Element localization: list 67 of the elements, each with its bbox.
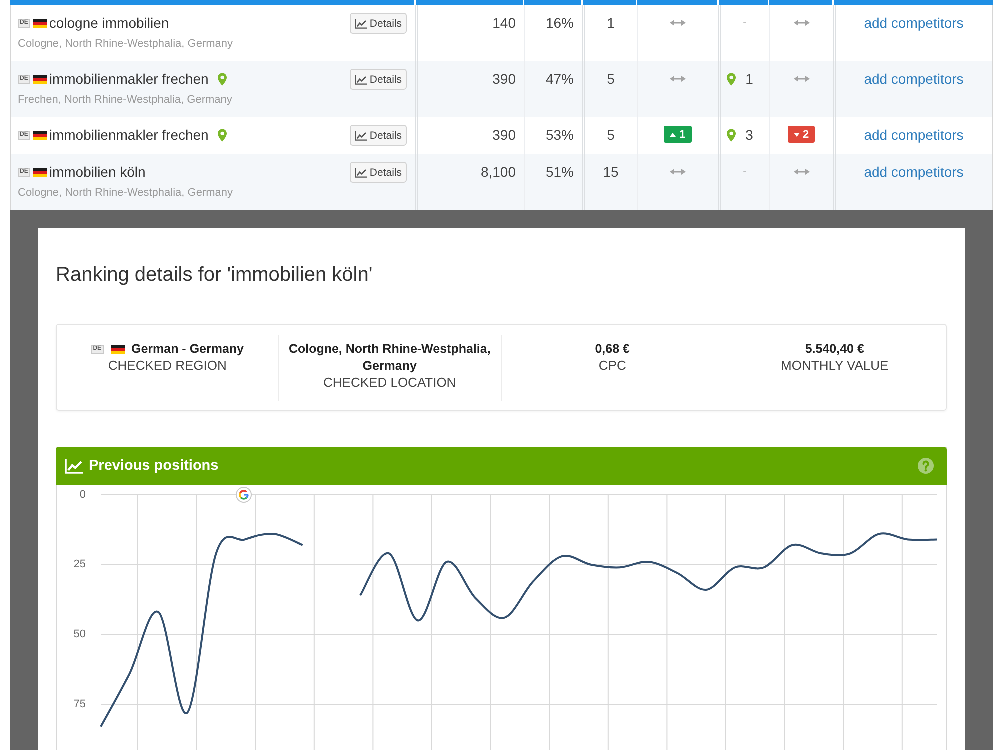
panel-title: Previous positions [89, 458, 220, 474]
flag-icon [33, 74, 48, 84]
add-competitors-link[interactable]: add competitors [864, 70, 964, 88]
flag-icon [111, 344, 126, 354]
location-text: Cologne, North Rhine-Westphalia, Germany [18, 37, 234, 52]
share-percent-text: 47% [546, 71, 574, 87]
double-arrow-icon [670, 169, 686, 175]
local-position-text: 1 [746, 70, 754, 88]
help-icon[interactable] [918, 458, 934, 474]
details-button[interactable]: Details [350, 69, 407, 90]
add-competitors-link[interactable]: add competitors [864, 126, 964, 144]
search-volume-text: 8,100 [480, 164, 516, 180]
chart-line-icon [354, 168, 367, 178]
summary-label: MONTHLY VALUE [780, 358, 890, 374]
y-axis-label: 25 [74, 558, 86, 571]
modal-title: Ranking details for 'immobilien köln' [56, 263, 374, 287]
local-position-text: - [743, 165, 747, 180]
keyword-text: immobilienmakler frechen [49, 126, 209, 144]
position-text: 5 [607, 126, 615, 144]
double-arrow-icon [794, 76, 810, 82]
double-arrow-icon [794, 169, 810, 175]
rank-change-value: 1 [679, 128, 686, 142]
position-text: 5 [607, 70, 615, 88]
details-button[interactable]: Details [350, 162, 407, 183]
search-volume-text: 390 [492, 71, 516, 87]
position-text: 1 [607, 14, 615, 32]
local-position-text: 3 [746, 126, 754, 144]
add-competitors-link[interactable]: add competitors [864, 14, 964, 32]
details-button[interactable]: Details [350, 13, 407, 34]
flag-icon [33, 130, 48, 140]
double-arrow-icon [794, 20, 810, 26]
flag-icon [33, 18, 48, 28]
chart-line-icon [354, 18, 367, 28]
caret-down-icon [794, 132, 800, 136]
chart-line-icon [354, 130, 367, 140]
chart-line-icon [354, 74, 367, 84]
chart-line-icon [65, 458, 83, 474]
summary-label: CPC [598, 358, 628, 374]
share-percent-text: 51% [546, 164, 574, 180]
location-text: Frechen, North Rhine-Westphalia, Germany [18, 93, 232, 108]
summary-value: 0,68 € [595, 342, 630, 356]
keyword-text: immobilienmakler frechen [49, 70, 209, 88]
y-axis-label: 50 [74, 628, 86, 641]
position-text: 15 [603, 163, 619, 181]
double-arrow-icon [670, 20, 686, 26]
summary-value: German - Germany [131, 342, 244, 356]
double-arrow-icon [670, 76, 686, 82]
flag-icon [33, 168, 48, 176]
y-axis-label: 75 [74, 698, 86, 710]
summary-value: 5.540,40 € [805, 342, 864, 356]
rank-change-value: 2 [802, 128, 810, 142]
summary-value: Cologne, North Rhine-Westphalia, Germany [288, 342, 491, 373]
keyword-text: immobilien köln [49, 163, 146, 181]
letter-g-marker-icon [236, 487, 252, 503]
summary-label: CHECKED REGION [107, 358, 228, 374]
local-position-text: - [743, 16, 747, 31]
location-text: Cologne, North Rhine-Westphalia, Germany [18, 186, 234, 201]
share-percent-text: 16% [546, 15, 574, 31]
add-competitors-link[interactable]: add competitors [864, 163, 964, 181]
search-volume-text: 140 [492, 15, 516, 31]
details-button[interactable]: Details [350, 125, 407, 146]
caret-up-icon [670, 132, 676, 136]
search-volume-text: 390 [492, 127, 516, 143]
y-axis-label: 0 [80, 488, 86, 501]
keyword-text: cologne immobilien [49, 14, 170, 32]
summary-label: CHECKED LOCATION [322, 374, 458, 392]
share-percent-text: 53% [546, 127, 574, 143]
